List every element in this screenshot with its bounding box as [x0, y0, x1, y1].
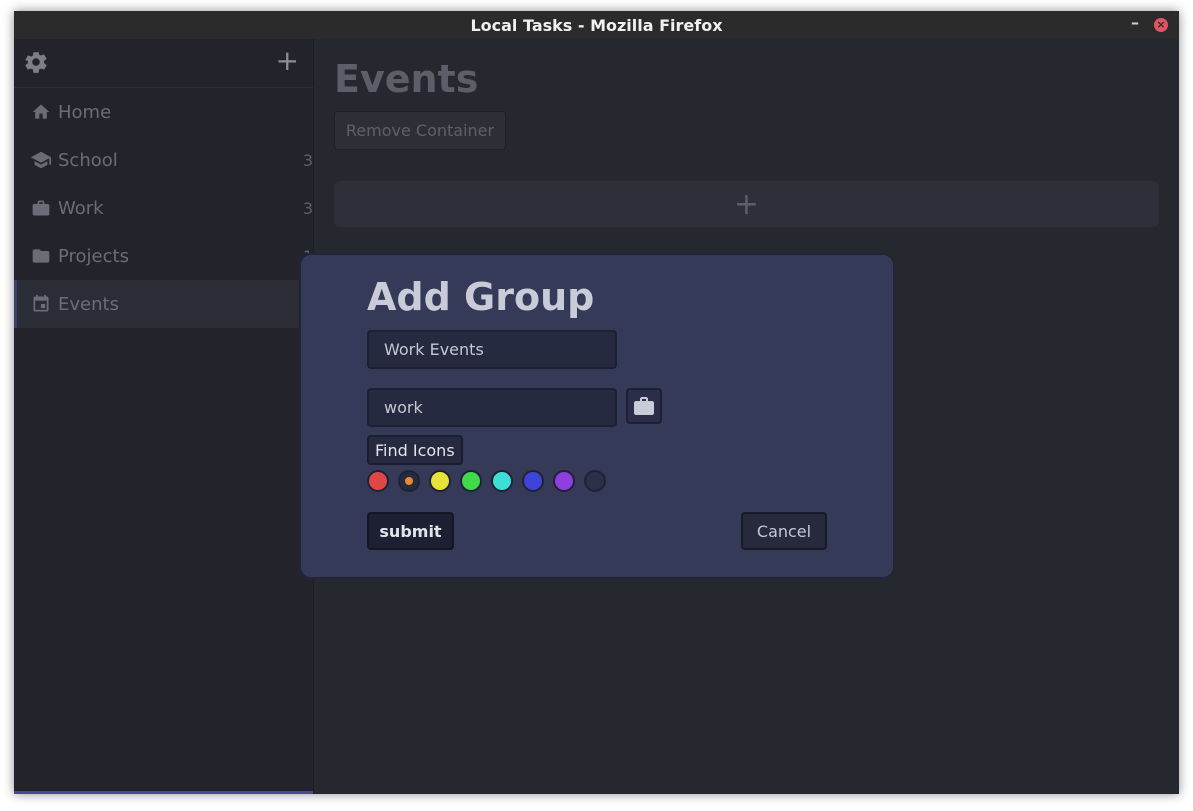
- icon-name-input[interactable]: work: [367, 388, 617, 427]
- title-bar: Local Tasks - Mozilla Firefox – ×: [14, 11, 1179, 39]
- page-title: Events: [334, 57, 479, 101]
- sidebar-item-label: Projects: [58, 245, 129, 267]
- briefcase-icon: [634, 397, 654, 415]
- calendar-icon: [30, 293, 52, 315]
- add-container-button[interactable]: +: [276, 47, 299, 75]
- sidebar: + Home School 3 Work 3 Projects Events: [14, 39, 313, 794]
- color-swatch-purple[interactable]: [553, 470, 575, 492]
- sidebar-item-work[interactable]: Work 3: [14, 184, 313, 232]
- icon-preview: [626, 388, 662, 424]
- color-picker: [367, 470, 615, 492]
- dialog-title: Add Group: [367, 275, 595, 319]
- minimize-button[interactable]: –: [1131, 13, 1139, 32]
- selected-indicator: [405, 477, 413, 485]
- color-swatch-green[interactable]: [460, 470, 482, 492]
- add-group-dialog: Add Group Work Events work Find Icons su…: [299, 253, 895, 579]
- sidebar-item-count: 3: [302, 198, 313, 218]
- sidebar-item-label: Events: [58, 293, 119, 315]
- folder-icon: [30, 245, 52, 267]
- sidebar-header: +: [14, 39, 313, 88]
- briefcase-icon: [30, 197, 52, 219]
- color-swatch-yellow[interactable]: [429, 470, 451, 492]
- color-swatch-blue[interactable]: [522, 470, 544, 492]
- sidebar-item-count: 3: [302, 150, 313, 170]
- browser-window: Local Tasks - Mozilla Firefox – × + Home…: [14, 11, 1179, 794]
- cancel-button[interactable]: Cancel: [741, 512, 827, 550]
- sidebar-item-projects[interactable]: Projects 1: [14, 232, 313, 280]
- home-icon: [30, 101, 52, 123]
- window-title: Local Tasks - Mozilla Firefox: [470, 15, 723, 35]
- sidebar-item-home[interactable]: Home: [14, 88, 313, 136]
- sidebar-item-label: Work: [58, 197, 104, 219]
- find-icons-button[interactable]: Find Icons: [367, 435, 463, 465]
- color-swatch-selected[interactable]: [398, 470, 420, 492]
- sidebar-bottom-bar: [14, 791, 313, 794]
- gear-icon[interactable]: [23, 49, 49, 75]
- remove-container-button[interactable]: Remove Container: [334, 111, 506, 150]
- submit-button[interactable]: submit: [367, 512, 454, 550]
- close-window-button[interactable]: ×: [1154, 18, 1168, 32]
- sidebar-item-school[interactable]: School 3: [14, 136, 313, 184]
- sidebar-item-events[interactable]: Events 0: [14, 280, 313, 328]
- color-swatch-dark[interactable]: [584, 470, 606, 492]
- color-swatch-red[interactable]: [367, 470, 389, 492]
- group-name-input[interactable]: Work Events: [367, 330, 617, 369]
- color-swatch-cyan[interactable]: [491, 470, 513, 492]
- add-group-button[interactable]: +: [334, 181, 1159, 227]
- sidebar-item-label: School: [58, 149, 118, 171]
- school-icon: [30, 149, 52, 171]
- sidebar-item-label: Home: [58, 101, 112, 123]
